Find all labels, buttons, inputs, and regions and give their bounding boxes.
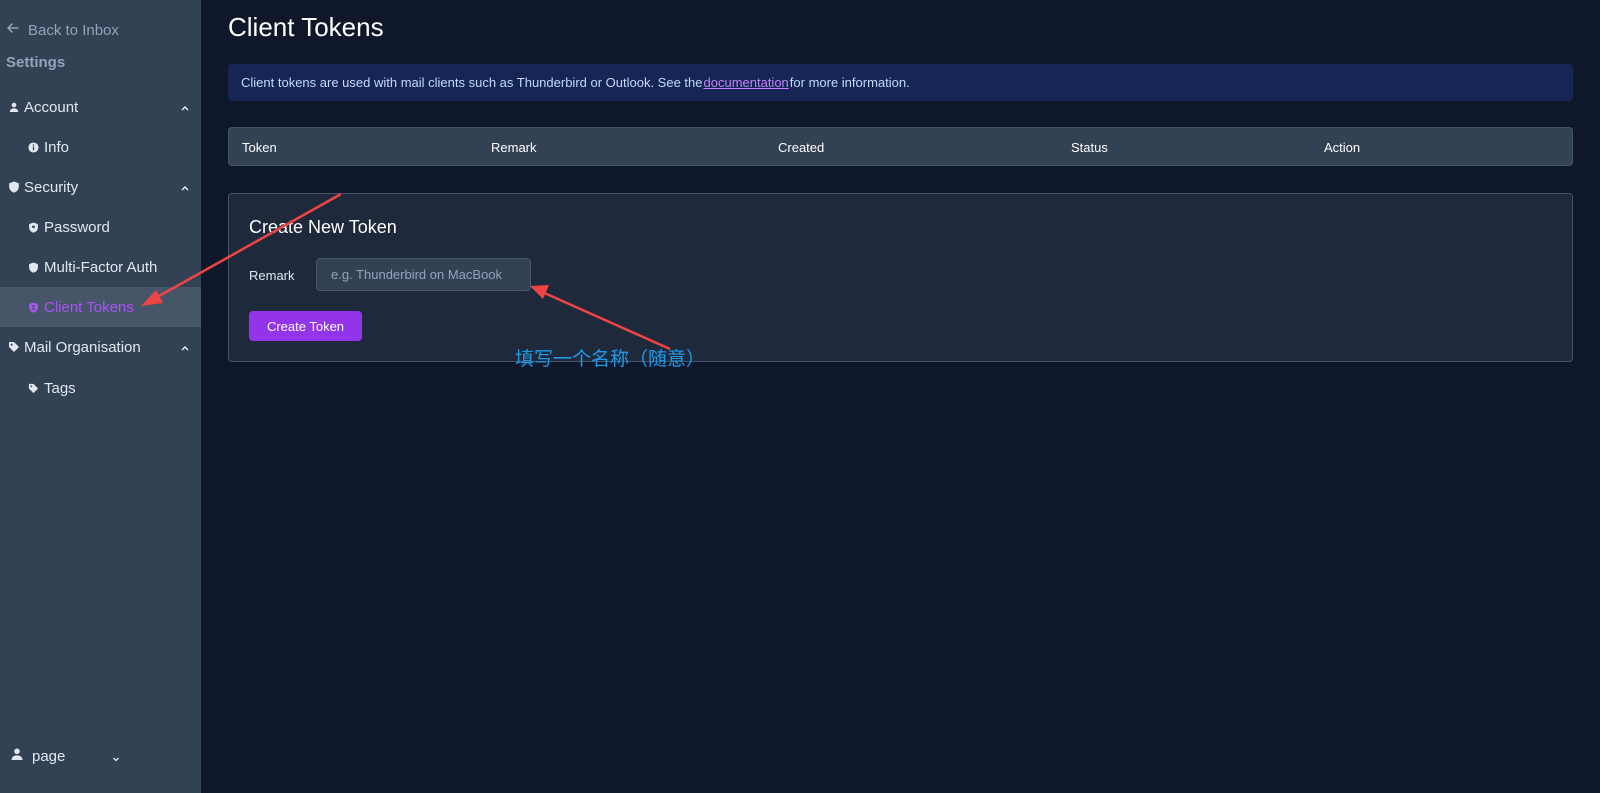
sidebar-item-label: Info <box>44 138 70 156</box>
column-header-token: Token <box>242 140 277 155</box>
nav-group-label: Security <box>24 178 79 196</box>
chevron-up-icon <box>179 181 191 193</box>
settings-heading: Settings <box>6 54 66 71</box>
column-header-status: Status <box>1071 140 1108 155</box>
shield-person-icon <box>28 301 39 313</box>
annotation-arrows <box>141 192 671 351</box>
user-menu[interactable]: page <box>10 746 121 766</box>
nav-group-account[interactable]: Account <box>0 90 201 124</box>
sidebar-item-tags[interactable]: Tags <box>0 368 201 408</box>
chevron-down-icon <box>111 751 121 762</box>
sidebar-item-client-tokens[interactable]: Client Tokens <box>0 287 201 327</box>
banner-text-end: for more information. <box>789 75 910 90</box>
user-name: page <box>32 747 66 765</box>
back-to-inbox-link[interactable]: Back to Inbox <box>6 20 119 40</box>
shield-icon <box>8 181 20 193</box>
info-banner: Client tokens are used with mail clients… <box>228 64 1573 101</box>
sidebar-item-multi-factor-auth[interactable]: Multi-Factor Auth <box>0 247 201 287</box>
shield-icon <box>28 261 39 273</box>
create-token-button[interactable]: Create Token <box>249 311 362 341</box>
info-icon <box>28 141 39 153</box>
nav-group-label: Mail Organisation <box>24 338 141 356</box>
sidebar-item-label: Client Tokens <box>44 298 134 316</box>
sidebar-item-password[interactable]: Password <box>0 207 201 247</box>
annotation-text: 填写一个名称（随意） <box>515 348 706 370</box>
sidebar-item-label: Multi-Factor Auth <box>44 258 158 276</box>
nav-group-mail-organisation[interactable]: Mail Organisation <box>0 330 201 364</box>
column-header-action: Action <box>1324 140 1361 155</box>
create-token-card: Create New Token Remark Create Token <box>228 193 1573 362</box>
tokens-table-header: Token Remark Created Status Action <box>228 127 1573 166</box>
back-to-inbox-label: Back to Inbox <box>28 21 119 39</box>
tag-icon <box>8 341 20 353</box>
sidebar-item-label: Tags <box>44 379 76 397</box>
page-title: Client Tokens <box>228 12 384 42</box>
user-icon <box>10 747 24 765</box>
sidebar-item-label: Password <box>44 218 110 236</box>
nav-group-security[interactable]: Security <box>0 170 201 204</box>
chevron-up-icon <box>179 101 191 113</box>
remark-input[interactable] <box>316 258 531 291</box>
chevron-up-icon <box>179 341 191 353</box>
banner-text: Client tokens are used with mail clients… <box>241 75 703 90</box>
column-header-remark: Remark <box>491 140 537 155</box>
arrow-left-icon <box>6 21 20 39</box>
documentation-link[interactable]: documentation <box>704 75 789 90</box>
shield-icon <box>28 221 39 233</box>
create-token-title: Create New Token <box>249 217 397 237</box>
person-icon <box>8 101 20 113</box>
sidebar-item-info[interactable]: Info <box>0 127 201 167</box>
remark-label: Remark <box>249 268 295 283</box>
nav-group-label: Account <box>24 98 79 116</box>
tag-icon <box>28 383 39 394</box>
column-header-created: Created <box>778 140 825 155</box>
sidebar: Back to Inbox Settings Account Info Secu… <box>0 0 201 793</box>
